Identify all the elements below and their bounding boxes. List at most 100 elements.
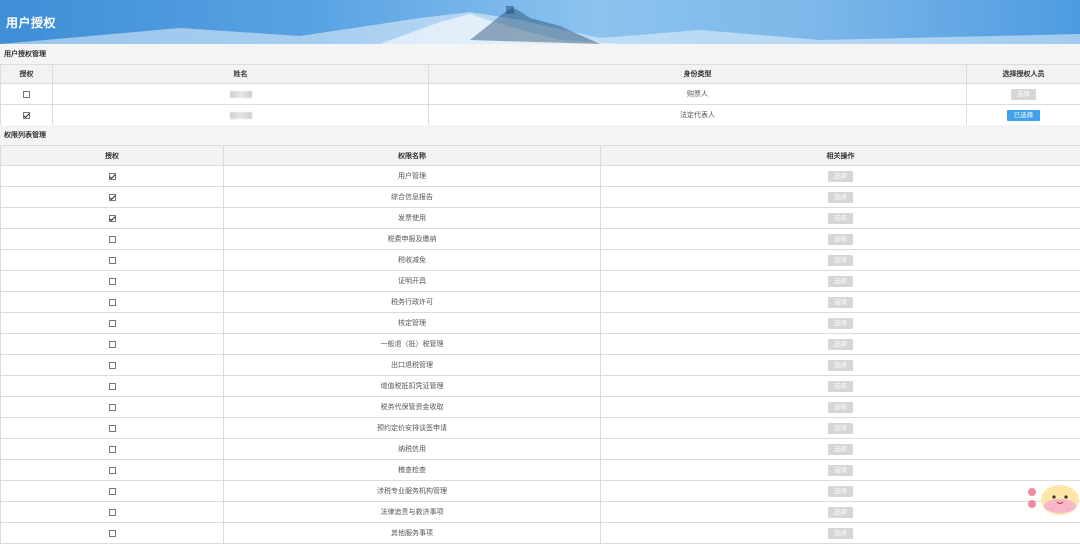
perm-name-cell: 发票使用 [223,207,601,229]
perm-authorize-cell [0,186,224,208]
perm-name-cell: 增值税抵扣凭证管理 [223,375,601,397]
permission-checkbox[interactable] [108,256,116,264]
permission-row: 税务行政许可 选择 [0,291,1080,313]
perm-name-cell: 证明开具 [223,270,601,292]
page-title: 用户授权 [6,16,57,30]
permission-table: 授权 权限名称 相关操作 用户管理 选择 综合信息报告 选择 发票使用 选择 税费申报及缴纳… [0,145,1080,544]
permission-checkbox[interactable] [108,529,116,537]
permission-checkbox[interactable] [108,340,116,348]
permission-name: 税费申报及缴纳 [387,235,437,243]
permission-checkbox[interactable] [108,214,116,222]
permission-row: 一般退（抵）税管理 选择 [0,333,1080,355]
permission-row: 涉税专业服务机构管理 选择 [0,480,1080,502]
permission-row: 税务代保管资金收取 选择 [0,396,1080,418]
permission-checkbox[interactable] [108,466,116,474]
permission-checkbox[interactable] [108,403,116,411]
permission-checkbox[interactable] [108,361,116,369]
permission-row: 综合信息报告 选择 [0,186,1080,208]
perm-authorize-cell [0,291,224,313]
select-button[interactable]: 选择 [828,380,853,392]
permission-row: 核定管理 选择 [0,312,1080,334]
select-button[interactable]: 选择 [828,401,853,413]
identity-type: 法定代表人 [680,111,715,119]
user-row: 购票人 选择 [0,83,1080,105]
user-row: 法定代表人 已选择 [0,104,1080,126]
select-button[interactable]: 选择 [828,485,853,497]
permission-checkbox[interactable] [108,193,116,201]
perm-name-cell: 出口退税管理 [223,354,601,376]
permission-checkbox[interactable] [108,424,116,432]
select-button[interactable]: 选择 [828,422,853,434]
header-banner: 用户授权 [0,0,1080,44]
perm-authorize-cell [0,438,224,460]
permission-checkbox[interactable] [108,487,116,495]
perm-authorize-cell [0,165,224,187]
selected-button[interactable]: 已选择 [1006,109,1041,121]
permission-name: 其他服务事项 [391,529,433,537]
user-name-cell [52,83,429,105]
permission-row: 出口退税管理 选择 [0,354,1080,376]
perm-name-cell: 税务代保管资金收取 [223,396,601,418]
perm-operation-cell: 选择 [600,459,1080,481]
select-button[interactable]: 选择 [828,275,853,287]
perm-name-cell: 综合信息报告 [223,186,601,208]
select-button[interactable]: 选择 [828,191,853,203]
perm-authorize-cell [0,522,224,544]
select-button[interactable]: 选择 [1011,88,1036,100]
select-button[interactable]: 选择 [828,254,853,266]
select-button[interactable]: 选择 [828,317,853,329]
permission-checkbox[interactable] [108,172,116,180]
perm-authorize-cell [0,270,224,292]
user-identity-cell: 购票人 [428,83,967,105]
permission-name: 税务代保管资金收取 [380,403,444,411]
perm-authorize-cell [0,396,224,418]
select-button[interactable]: 选择 [828,506,853,518]
perm-name-cell: 稽查检查 [223,459,601,481]
permission-name: 涉税专业服务机构管理 [377,487,447,495]
select-button[interactable]: 选择 [828,212,853,224]
user-name-cell [52,104,429,126]
permission-row: 证明开具 选择 [0,270,1080,292]
permission-name: 综合信息报告 [391,193,433,201]
authorize-checkbox[interactable] [23,111,30,119]
perm-name-cell: 法律追责与救济事项 [223,501,601,523]
permission-checkbox[interactable] [108,235,116,243]
perm-authorize-cell [0,207,224,229]
col-header-perm-name: 权限名称 [223,145,601,166]
perm-operation-cell: 选择 [600,333,1080,355]
permission-checkbox[interactable] [108,298,116,306]
select-button[interactable]: 选择 [828,443,853,455]
select-button[interactable]: 选择 [828,464,853,476]
select-button[interactable]: 选择 [828,296,853,308]
permission-checkbox[interactable] [108,445,116,453]
permission-checkbox[interactable] [108,277,116,285]
user-select-cell: 已选择 [966,104,1080,126]
perm-operation-cell: 选择 [600,207,1080,229]
select-button[interactable]: 选择 [828,170,853,182]
permission-checkbox[interactable] [108,508,116,516]
redacted-name [229,111,252,119]
perm-name-cell: 税务行政许可 [223,291,601,313]
permission-name: 发票使用 [398,214,426,222]
perm-authorize-cell [0,228,224,250]
authorize-checkbox[interactable] [23,90,30,98]
permission-checkbox[interactable] [108,382,116,390]
perm-name-cell: 涉税专业服务机构管理 [223,480,601,502]
select-button[interactable]: 选择 [828,233,853,245]
redacted-name [229,90,252,98]
select-button[interactable]: 选择 [828,359,853,371]
permission-row: 税收减免 选择 [0,249,1080,271]
mascot-widget[interactable] [1024,478,1080,518]
permission-row: 其他服务事项 选择 [0,522,1080,544]
select-button[interactable]: 选择 [828,338,853,350]
col-header-identity: 身份类型 [428,64,967,84]
permission-checkbox[interactable] [108,319,116,327]
permission-name: 预约定价安排谈签申请 [377,424,447,432]
mountain-wall-graphic [0,6,1080,44]
perm-authorize-cell [0,459,224,481]
select-button[interactable]: 选择 [828,527,853,539]
permission-name: 稽查检查 [398,466,426,474]
identity-type: 购票人 [687,90,708,98]
permission-row: 增值税抵扣凭证管理 选择 [0,375,1080,397]
perm-name-cell: 税费申报及缴纳 [223,228,601,250]
